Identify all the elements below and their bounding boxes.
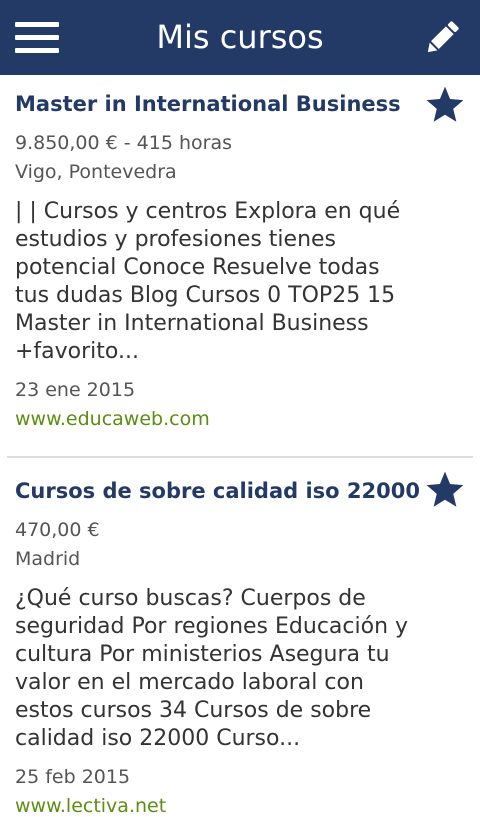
course-snippet: | | Cursos y centros Explora en qué estu… bbox=[15, 199, 401, 364]
hamburger-menu-icon[interactable] bbox=[15, 22, 59, 54]
page-title: Mis cursos bbox=[156, 18, 324, 56]
course-title[interactable]: Master in International Business bbox=[15, 92, 415, 116]
favorite-star-icon[interactable] bbox=[424, 469, 466, 511]
course-url-link[interactable]: www.lectiva.net bbox=[15, 795, 166, 817]
course-date: 25 feb 2015 bbox=[15, 766, 131, 788]
course-title[interactable]: Cursos de sobre calidad iso 22000 bbox=[15, 479, 420, 503]
course-url-link[interactable]: www.educaweb.com bbox=[15, 408, 210, 430]
course-snippet: ¿Qué curso buscas? Cuerpos de seguridad … bbox=[15, 586, 409, 751]
course-price-hours: 470,00 € bbox=[15, 519, 100, 541]
pencil-icon[interactable] bbox=[420, 16, 464, 60]
favorite-star-icon[interactable] bbox=[424, 84, 466, 126]
card-divider bbox=[7, 456, 473, 458]
course-location: Madrid bbox=[15, 548, 81, 570]
course-date: 23 ene 2015 bbox=[15, 379, 136, 401]
course-price-hours: 9.850,00 € - 415 horas bbox=[15, 132, 232, 154]
app-bar: Mis cursos bbox=[0, 0, 480, 75]
course-card[interactable]: Cursos de sobre calidad iso 22000 470,00… bbox=[0, 471, 480, 817]
course-card[interactable]: Master in International Business 9.850,0… bbox=[0, 86, 480, 446]
course-location: Vigo, Pontevedra bbox=[15, 161, 177, 183]
